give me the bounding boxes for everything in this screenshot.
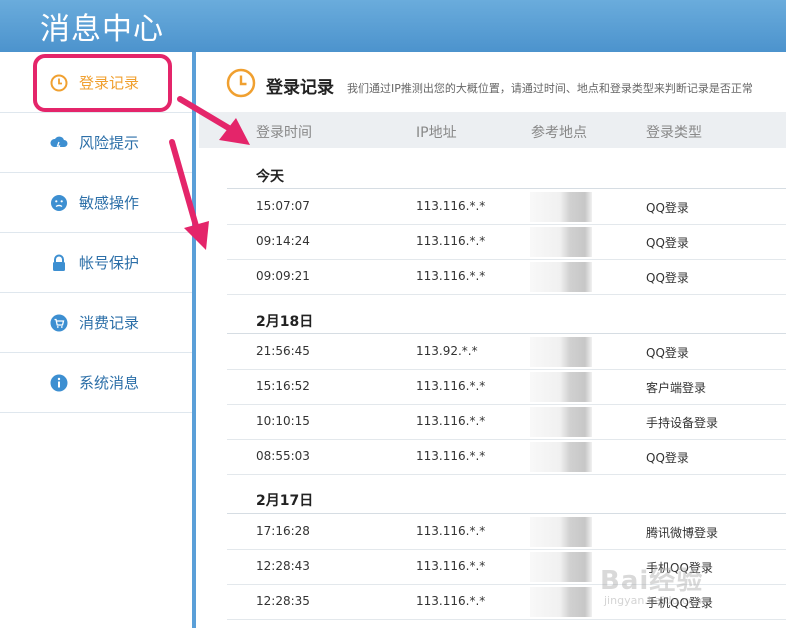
arrow-to-header bbox=[177, 96, 235, 133]
watermark-url: jingyan.baidu.com bbox=[604, 594, 706, 607]
arrow-to-rows-head bbox=[184, 221, 209, 250]
watermark-logo: Bai经验 bbox=[600, 566, 704, 596]
arrow-to-rows bbox=[169, 139, 199, 229]
annotation-arrows bbox=[169, 96, 250, 250]
